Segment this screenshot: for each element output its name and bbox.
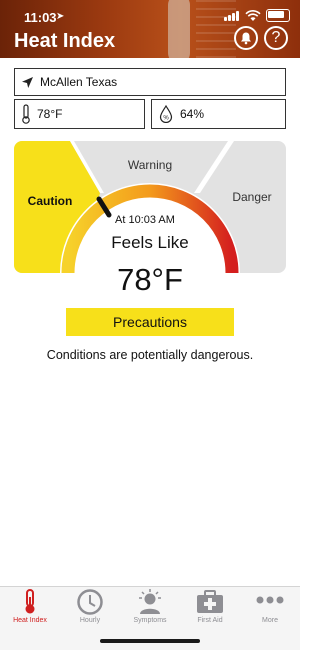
clock-icon — [77, 589, 103, 615]
thermometer-icon — [21, 104, 31, 124]
svg-text:%: % — [163, 116, 169, 122]
feels-like-value: 78°F — [117, 262, 183, 297]
location-name: McAllen Texas — [40, 75, 118, 89]
status-icons — [224, 9, 290, 22]
home-indicator[interactable] — [100, 639, 200, 643]
tab-hourly[interactable]: Hourly — [60, 587, 120, 631]
humidity-drop-icon: % — [158, 105, 174, 123]
zone-label-danger: Danger — [232, 190, 271, 204]
location-field[interactable]: McAllen Texas — [14, 68, 286, 96]
wifi-icon — [245, 9, 261, 21]
app-header: 11:03 ➤ Heat Index ? — [0, 0, 300, 58]
header-thermometer-image — [168, 0, 190, 58]
status-time: 11:03 — [24, 10, 57, 25]
heat-index-gauge: Caution Warning Danger — [14, 141, 286, 273]
reading-time: At 10:03 AM — [115, 214, 175, 226]
help-icon: ? — [271, 29, 281, 46]
tab-more[interactable]: More — [240, 587, 300, 631]
zone-label-warning: Warning — [128, 158, 172, 172]
thermometer-icon — [25, 589, 35, 614]
battery-icon — [266, 9, 290, 22]
tab-label: More — [262, 617, 278, 624]
feels-like-label: Feels Like — [111, 233, 189, 252]
location-arrow-icon — [21, 76, 34, 89]
app-title: Heat Index — [14, 30, 116, 52]
notifications-button[interactable] — [234, 26, 258, 50]
first-aid-kit-icon — [197, 590, 223, 613]
tab-label: Symptoms — [133, 617, 167, 624]
tab-label: Hourly — [79, 617, 101, 624]
location-services-icon: ➤ — [56, 11, 65, 22]
help-button[interactable]: ? — [264, 26, 288, 50]
more-dots-icon — [256, 596, 284, 604]
humidity-field[interactable]: % 64% — [151, 99, 286, 129]
bell-icon — [241, 32, 251, 45]
temperature-field[interactable]: 78°F — [14, 99, 145, 129]
tab-first-aid[interactable]: First Aid — [180, 587, 240, 631]
humidity-value: 64% — [180, 107, 205, 121]
precautions-button[interactable]: Precautions — [66, 308, 234, 336]
temperature-value: 78°F — [37, 107, 63, 121]
tab-label: First Aid — [197, 617, 223, 624]
tab-heat-index[interactable]: Heat Index — [0, 587, 60, 631]
cell-signal-icon — [224, 10, 240, 21]
condition-message: Conditions are potentially dangerous. — [46, 348, 254, 362]
zone-label-caution: Caution — [28, 194, 73, 208]
person-icon — [139, 589, 161, 614]
tab-symptoms[interactable]: Symptoms — [120, 587, 180, 631]
tab-label: Heat Index — [13, 617, 47, 624]
